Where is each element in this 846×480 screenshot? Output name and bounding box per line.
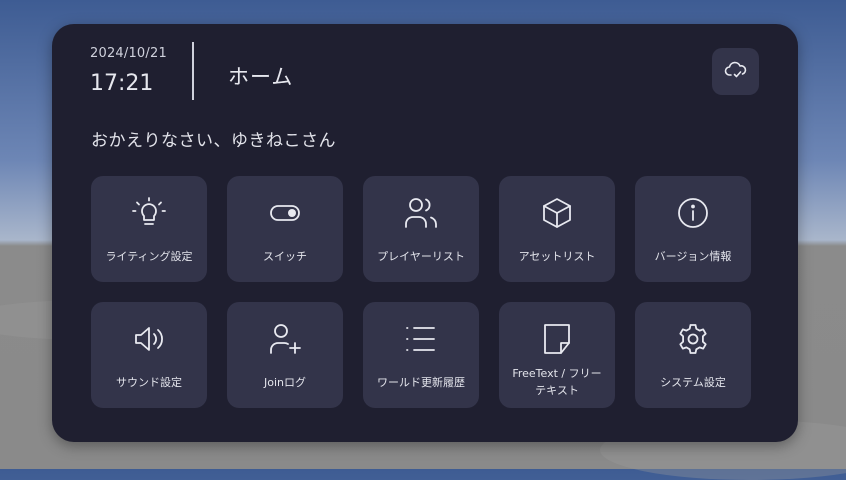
sticky-note-icon: [499, 322, 615, 356]
toggle-icon: [227, 196, 343, 230]
speaker-icon: [91, 322, 207, 356]
tile-label: ライティング設定: [105, 249, 193, 263]
tile-label: プレイヤーリスト: [377, 249, 465, 263]
welcome-message: おかえりなさい、ゆきねこさん: [91, 131, 336, 151]
users-icon: [363, 196, 479, 230]
free-text-tile[interactable]: FreeText / フリーテキスト: [499, 302, 615, 408]
tile-label: サウンド設定: [116, 375, 182, 389]
cloud-sync-icon: [724, 60, 748, 84]
system-settings-tile[interactable]: システム設定: [635, 302, 751, 408]
sound-settings-tile[interactable]: サウンド設定: [91, 302, 207, 408]
tile-label: バージョン情報: [654, 249, 732, 263]
tile-label: スイッチ: [263, 249, 307, 263]
player-list-tile[interactable]: プレイヤーリスト: [363, 176, 479, 282]
lightbulb-icon: [91, 196, 207, 230]
user-add-icon: [227, 322, 343, 356]
tile-label: ワールド更新履歴: [377, 375, 465, 389]
header-divider: [192, 42, 194, 100]
date-text: 2024/10/21: [90, 46, 167, 61]
page-title: ホーム: [228, 65, 294, 89]
cloud-sync-button[interactable]: [712, 48, 759, 95]
cube-icon: [499, 196, 615, 230]
world-update-history-tile[interactable]: ワールド更新履歴: [363, 302, 479, 408]
info-icon: [635, 196, 751, 230]
join-log-tile[interactable]: Joinログ: [227, 302, 343, 408]
tile-label: FreeText / フリーテキスト: [512, 367, 602, 397]
switch-tile[interactable]: スイッチ: [227, 176, 343, 282]
version-info-tile[interactable]: バージョン情報: [635, 176, 751, 282]
list-icon: [363, 322, 479, 356]
asset-list-tile[interactable]: アセットリスト: [499, 176, 615, 282]
home-panel: 2024/10/21 17:21 ホーム おかえりなさい、ゆきねこさん ライティ…: [52, 24, 798, 442]
tile-label: アセットリスト: [518, 249, 596, 263]
tile-label: システム設定: [660, 375, 726, 389]
gear-icon: [635, 322, 751, 356]
time-text: 17:21: [90, 71, 154, 96]
lighting-settings-tile[interactable]: ライティング設定: [91, 176, 207, 282]
tile-label: Joinログ: [263, 375, 306, 389]
